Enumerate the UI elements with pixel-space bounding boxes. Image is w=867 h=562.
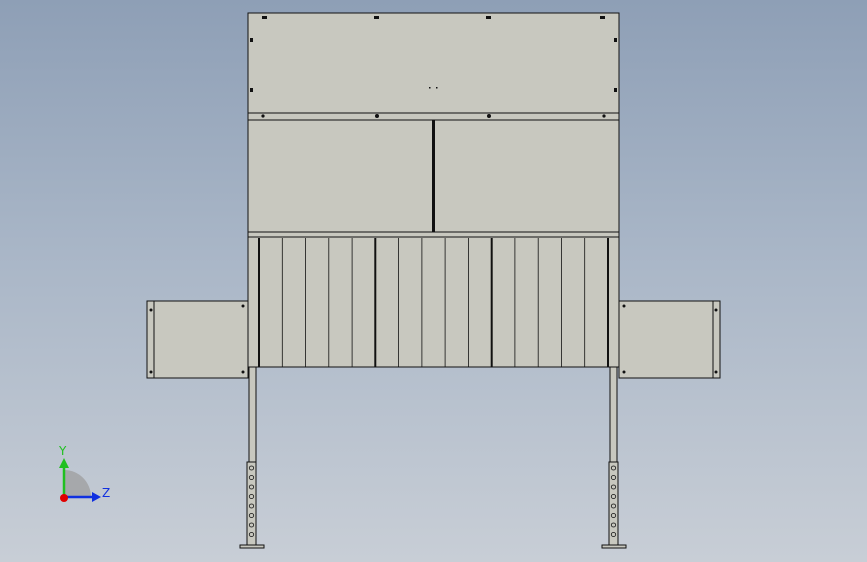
side-box-right[interactable] — [618, 300, 721, 379]
divider-band[interactable] — [247, 112, 620, 121]
triad-quarter-disc — [64, 470, 91, 497]
leg-adjust-holes — [248, 465, 617, 537]
z-axis-label: Z — [102, 486, 110, 500]
foot-right[interactable] — [601, 544, 627, 549]
louver-panel[interactable] — [247, 231, 620, 368]
cabinet-assembly[interactable] — [146, 12, 721, 549]
door-seam — [432, 120, 435, 232]
z-axis-arrow — [92, 492, 101, 502]
graphics-viewport[interactable]: Y Z — [0, 0, 867, 562]
side-box-left[interactable] — [146, 300, 249, 379]
leg-right-upper[interactable] — [609, 366, 618, 464]
orientation-triad: Y Z — [58, 444, 110, 502]
leg-left-upper[interactable] — [248, 366, 257, 464]
model-view[interactable]: Y Z — [0, 0, 867, 562]
x-axis-dot — [60, 494, 68, 502]
top-panel[interactable] — [247, 12, 620, 114]
foot-left[interactable] — [239, 544, 265, 549]
y-axis-arrow — [59, 458, 69, 468]
door-right[interactable] — [432, 119, 620, 233]
door-left[interactable] — [247, 119, 434, 233]
y-axis-label: Y — [58, 444, 67, 458]
